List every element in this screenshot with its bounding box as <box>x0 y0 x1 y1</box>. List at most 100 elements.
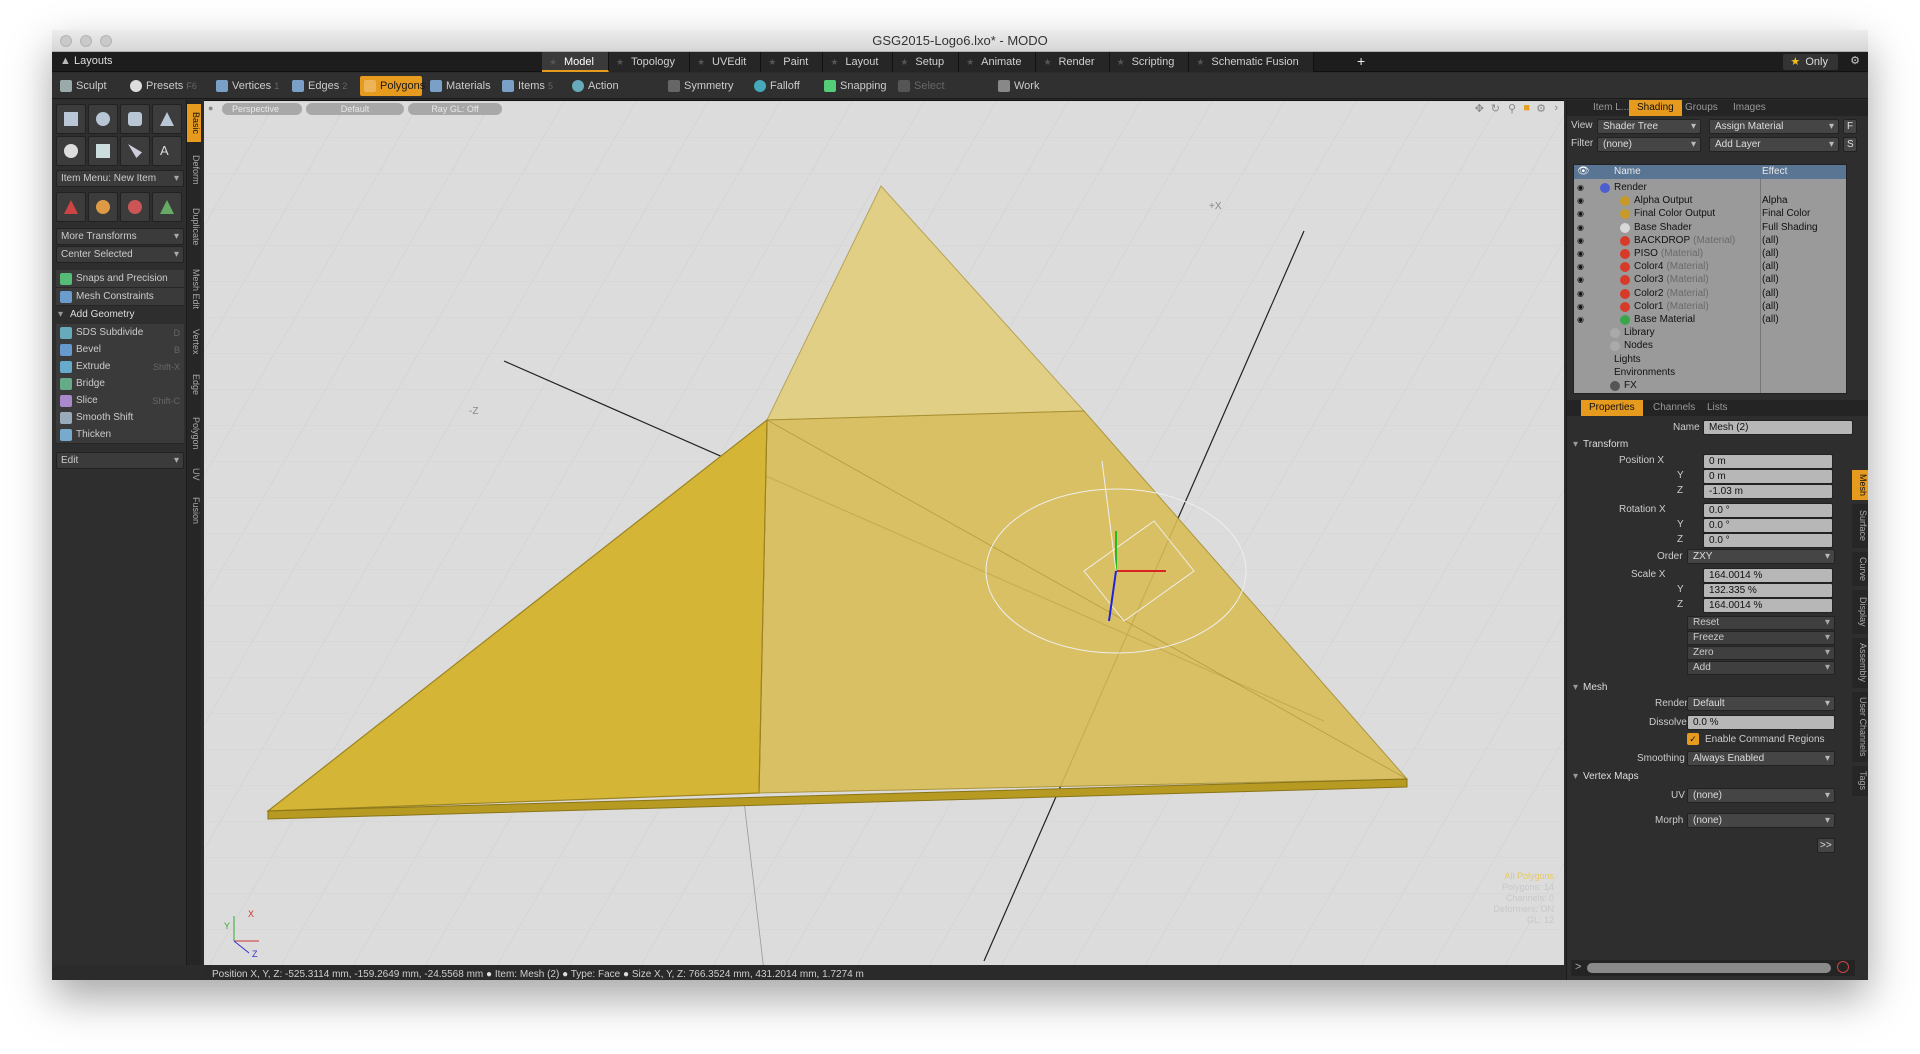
zoom-icon[interactable]: ⚲ <box>1508 102 1516 115</box>
layout-tab-render[interactable]: Render <box>1036 52 1110 72</box>
rotation-y-field[interactable]: 0.0 ° <box>1703 518 1833 533</box>
orbit-icon[interactable]: ↻ <box>1491 102 1500 115</box>
action-center-button[interactable]: Action Center <box>568 76 660 112</box>
gear-icon[interactable]: ⚙ <box>1850 54 1860 67</box>
layouts-menu-icon[interactable]: ▲ <box>60 55 71 67</box>
layout-tab-animate[interactable]: Animate <box>959 52 1037 72</box>
visibility-eye-icon[interactable]: ◉ <box>1577 289 1587 299</box>
properties-tab-lists[interactable]: Lists <box>1699 400 1736 416</box>
position-y-field[interactable]: 0 m <box>1703 469 1833 484</box>
zero-button[interactable]: Zero <box>1687 646 1835 660</box>
shader-tab-images[interactable]: Images <box>1725 100 1774 116</box>
cube-tool-button[interactable] <box>56 104 86 134</box>
properties-vtab-tags[interactable]: Tags <box>1852 766 1868 796</box>
add-layer-key[interactable]: S <box>1843 137 1857 152</box>
materials-button[interactable]: Materials <box>426 76 496 96</box>
vtab-polygon[interactable]: Polygon <box>187 408 201 458</box>
properties-vtab-mesh[interactable]: Mesh <box>1852 470 1868 500</box>
layout-tab-layout[interactable]: Layout <box>823 52 894 72</box>
vtab-uv[interactable]: UV <box>187 462 201 486</box>
vtab-fusion[interactable]: Fusion <box>187 490 201 532</box>
dissolve-field[interactable]: 0.0 % <box>1687 715 1835 730</box>
zoom-window-button[interactable] <box>100 35 112 47</box>
visibility-eye-icon[interactable]: ◉ <box>1577 315 1587 325</box>
shader-tree[interactable]: 👁 Name Effect ◉ Render ◉ Alpha Output Alpha ◉… <box>1573 164 1847 394</box>
default-shading-button[interactable]: Default <box>306 103 404 115</box>
rotation-x-field[interactable]: 0.0 ° <box>1703 503 1833 518</box>
falloff-button[interactable]: Falloff <box>750 76 812 96</box>
perspective-button[interactable]: Perspective <box>222 103 302 115</box>
snapping-button[interactable]: Snapping <box>820 76 890 96</box>
shader-tab-shading[interactable]: Shading <box>1629 100 1682 116</box>
uv-dropdown[interactable]: (none) <box>1687 788 1835 803</box>
layout-tab-schematic-fusion[interactable]: Schematic Fusion <box>1189 52 1314 72</box>
position-x-field[interactable]: 0 m <box>1703 454 1833 469</box>
add-layer-dropdown[interactable]: Add Layer <box>1709 137 1839 152</box>
layout-tab-uvedit[interactable]: UVEdit <box>690 52 762 72</box>
edges-button[interactable]: Edges 2 <box>288 76 358 96</box>
more-button[interactable]: >> <box>1817 838 1835 853</box>
item-menu-dropdown[interactable]: Item Menu: New Item <box>56 170 184 187</box>
properties-tab-channels[interactable]: Channels <box>1645 400 1703 416</box>
mesh-constraints-button[interactable]: Mesh Constraints <box>56 288 184 306</box>
view-dropdown[interactable]: Shader Tree <box>1597 119 1701 134</box>
move-tool-button[interactable] <box>56 192 86 222</box>
symmetry-button[interactable]: Symmetry <box>664 76 746 96</box>
scale-tool-button[interactable] <box>120 192 150 222</box>
pan-icon[interactable]: ✥ <box>1475 102 1484 115</box>
cone-tool-button[interactable] <box>152 104 182 134</box>
visibility-eye-icon[interactable]: ◉ <box>1577 302 1587 312</box>
properties-vtab-display[interactable]: Display <box>1852 590 1868 634</box>
expand-icon[interactable]: › <box>1554 102 1558 114</box>
scale-x-field[interactable]: 164.0014 % <box>1703 568 1833 583</box>
viewport-canvas[interactable] <box>204 101 1564 966</box>
position-z-field[interactable]: -1.03 m <box>1703 484 1833 499</box>
add-layout-icon[interactable]: + <box>1357 53 1365 69</box>
checkbox-checked-icon[interactable]: ✓ <box>1687 733 1699 745</box>
assign-material-key[interactable]: F <box>1843 119 1857 134</box>
render-dropdown[interactable]: Default <box>1687 696 1835 711</box>
viewport-settings-icon[interactable]: ⚙ <box>1536 102 1546 115</box>
layout-tab-paint[interactable]: Paint <box>761 52 824 72</box>
name-field[interactable]: Mesh (2) <box>1703 420 1853 435</box>
snaps-precision-button[interactable]: Snaps and Precision <box>56 270 184 288</box>
close-window-button[interactable] <box>60 35 72 47</box>
layout-tab-topology[interactable]: Topology <box>608 52 691 72</box>
layouts-label[interactable]: Layouts <box>74 55 113 67</box>
edit-dropdown[interactable]: Edit <box>56 452 184 469</box>
shader-tab-groups[interactable]: Groups <box>1677 100 1726 116</box>
work-plane-button[interactable]: Work Plane <box>994 76 1074 112</box>
effect-column-header[interactable]: Effect <box>1762 165 1787 179</box>
sphere-tool-button[interactable] <box>88 104 118 134</box>
scale-z-field[interactable]: 164.0014 % <box>1703 598 1833 613</box>
text-tool-button[interactable]: A <box>152 136 182 166</box>
tool-extrude-button[interactable]: Extrude Shift-X <box>56 358 184 376</box>
properties-vtab-assembly[interactable]: Assembly <box>1852 638 1868 688</box>
center-selected-dropdown[interactable]: Center Selected <box>56 246 184 263</box>
tube-tool-button[interactable] <box>88 136 118 166</box>
3d-viewport[interactable]: X Y Z +X -Z ● Perspective Default Ray GL… <box>204 100 1564 966</box>
order-dropdown[interactable]: ZXY <box>1687 549 1835 564</box>
layout-tab-model[interactable]: Model <box>542 52 609 72</box>
sculpt-button[interactable]: Sculpt <box>56 76 124 96</box>
transform-tool-button[interactable] <box>152 192 182 222</box>
properties-vtab-surface[interactable]: Surface <box>1852 504 1868 548</box>
properties-tab-properties[interactable]: Properties <box>1581 400 1643 416</box>
tool-sds-subdivide-button[interactable]: SDS Subdivide D <box>56 324 184 342</box>
vertices-button[interactable]: Vertices 1 <box>212 76 286 96</box>
more-transforms-dropdown[interactable]: More Transforms <box>56 228 184 245</box>
visibility-eye-icon[interactable]: ◉ <box>1577 196 1587 206</box>
vertex-maps-section[interactable]: Vertex Maps <box>1571 769 1851 785</box>
visibility-eye-icon[interactable]: ◉ <box>1577 183 1587 193</box>
viewport-menu-icon[interactable]: ● <box>208 103 213 113</box>
transform-section[interactable]: Transform <box>1571 437 1851 453</box>
vtab-basic[interactable]: Basic <box>187 104 201 142</box>
add-geometry-header[interactable]: ▾ Add Geometry <box>56 306 184 324</box>
assign-material-dropdown[interactable]: Assign Material <box>1709 119 1839 134</box>
visibility-eye-icon[interactable]: ◉ <box>1577 275 1587 285</box>
morph-dropdown[interactable]: (none) <box>1687 813 1835 828</box>
smoothing-dropdown[interactable]: Always Enabled <box>1687 751 1835 766</box>
vtab-vertex[interactable]: Vertex <box>187 322 201 362</box>
select-through-button[interactable]: Select Through <box>894 76 990 112</box>
properties-vtab-curve[interactable]: Curve <box>1852 552 1868 586</box>
